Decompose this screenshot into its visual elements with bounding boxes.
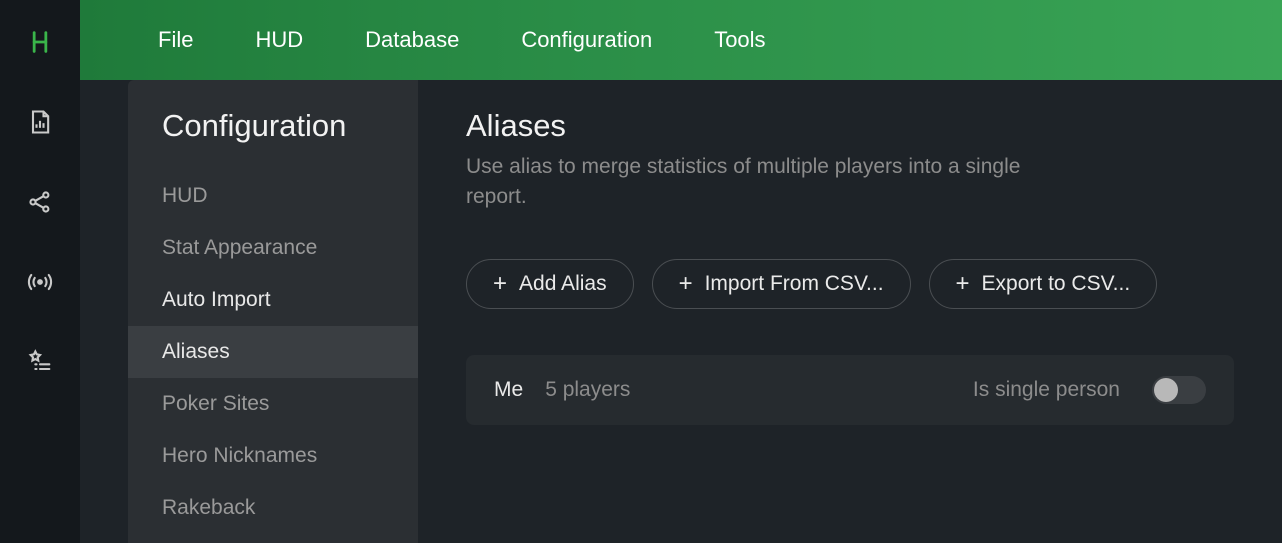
menu-tools[interactable]: Tools <box>714 27 765 53</box>
import-csv-label: Import From CSV... <box>705 272 884 296</box>
config-item-poker-sites[interactable]: Poker Sites <box>128 378 418 430</box>
menu-configuration[interactable]: Configuration <box>521 27 652 53</box>
add-alias-button[interactable]: + Add Alias <box>466 259 634 309</box>
content-row: Configuration HUD Stat Appearance Auto I… <box>80 80 1282 543</box>
star-list-icon[interactable] <box>26 348 54 376</box>
page-description: Use alias to merge statistics of multipl… <box>466 152 1086 213</box>
config-item-stat-appearance[interactable]: Stat Appearance <box>128 222 418 274</box>
config-sidebar-title: Configuration <box>128 108 418 152</box>
single-person-toggle[interactable] <box>1152 376 1206 404</box>
config-item-aliases[interactable]: Aliases <box>128 326 418 378</box>
top-menu-bar: File HUD Database Configuration Tools <box>80 0 1282 80</box>
main-region: File HUD Database Configuration Tools Co… <box>80 0 1282 543</box>
detail-pane: Aliases Use alias to merge statistics of… <box>418 80 1282 543</box>
action-button-row: + Add Alias + Import From CSV... + Expor… <box>466 259 1234 309</box>
alias-player-count: 5 players <box>545 378 630 402</box>
page-title: Aliases <box>466 108 1234 144</box>
export-csv-button[interactable]: + Export to CSV... <box>929 259 1158 309</box>
alias-row[interactable]: Me 5 players Is single person <box>466 355 1234 425</box>
logo-icon[interactable] <box>26 28 54 56</box>
export-csv-label: Export to CSV... <box>982 272 1131 296</box>
menu-database[interactable]: Database <box>365 27 459 53</box>
toggle-knob <box>1154 378 1178 402</box>
config-sidebar: Configuration HUD Stat Appearance Auto I… <box>128 80 418 543</box>
import-csv-button[interactable]: + Import From CSV... <box>652 259 911 309</box>
document-chart-icon[interactable] <box>26 108 54 136</box>
single-person-label: Is single person <box>973 378 1120 402</box>
icon-rail <box>0 0 80 543</box>
plus-icon: + <box>493 272 507 296</box>
config-item-hero-nicknames[interactable]: Hero Nicknames <box>128 430 418 482</box>
config-item-auto-import[interactable]: Auto Import <box>128 274 418 326</box>
config-item-hud[interactable]: HUD <box>128 170 418 222</box>
menu-hud[interactable]: HUD <box>255 27 303 53</box>
menu-file[interactable]: File <box>158 27 193 53</box>
share-icon[interactable] <box>26 188 54 216</box>
config-sidebar-list: HUD Stat Appearance Auto Import Aliases … <box>128 170 418 534</box>
plus-icon: + <box>679 272 693 296</box>
app-root: File HUD Database Configuration Tools Co… <box>0 0 1282 543</box>
plus-icon: + <box>956 272 970 296</box>
alias-name: Me <box>494 378 523 402</box>
broadcast-icon[interactable] <box>26 268 54 296</box>
add-alias-label: Add Alias <box>519 272 607 296</box>
config-item-rakeback[interactable]: Rakeback <box>128 482 418 534</box>
